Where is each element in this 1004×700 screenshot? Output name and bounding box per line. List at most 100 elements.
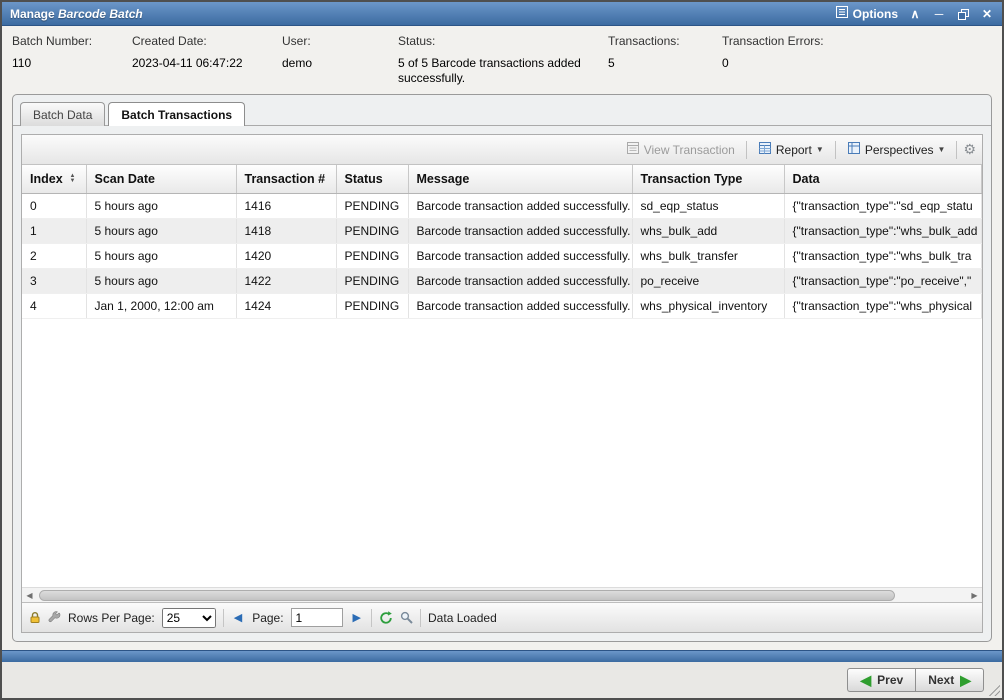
column-header-scan-date[interactable]: Scan Date xyxy=(86,165,236,194)
search-icon[interactable] xyxy=(400,611,413,624)
prev-arrow-icon: ◀ xyxy=(860,674,871,686)
perspectives-dropdown-button[interactable]: Perspectives ▼ xyxy=(842,137,951,162)
cell-transaction-type: whs_bulk_add xyxy=(632,219,784,244)
transaction-errors-value: 0 xyxy=(722,56,872,71)
pager-status-text: Data Loaded xyxy=(428,611,497,625)
view-transaction-button[interactable]: View Transaction xyxy=(621,137,740,162)
user-label: User: xyxy=(282,34,398,48)
perspectives-icon xyxy=(847,141,861,158)
refresh-icon[interactable] xyxy=(379,611,393,625)
close-window-icon[interactable]: ✕ xyxy=(980,8,994,20)
options-menu-button[interactable]: Options xyxy=(836,6,898,21)
tab-batch-data[interactable]: Batch Data xyxy=(20,102,105,126)
page-label: Page: xyxy=(252,611,283,625)
transaction-errors-field: Transaction Errors: 0 xyxy=(722,34,872,71)
lock-icon[interactable] xyxy=(29,611,41,624)
table-row[interactable]: 1 5 hours ago 1418 PENDING Barcode trans… xyxy=(22,219,982,244)
report-icon xyxy=(758,141,772,158)
column-header-transaction-number[interactable]: Transaction # xyxy=(236,165,336,194)
footer-bar: ◀ Prev Next ▶ xyxy=(2,662,1002,698)
cell-data: {"transaction_type":"sd_eqp_statu xyxy=(784,194,982,219)
scroll-right-icon[interactable]: ▶ xyxy=(967,588,982,603)
table-header-row: Index ▲▼ Scan Date Transaction # Status … xyxy=(22,165,982,194)
cell-transaction-number: 1422 xyxy=(236,269,336,294)
perspectives-caret-icon: ▼ xyxy=(938,145,946,154)
batch-number-label: Batch Number: xyxy=(12,34,132,48)
tab-batch-transactions[interactable]: Batch Transactions xyxy=(108,102,245,126)
status-label: Status: xyxy=(398,34,608,48)
toolbar-separator xyxy=(835,141,836,159)
grid-settings-gear-icon[interactable]: ⚙ xyxy=(963,141,976,158)
transaction-errors-label: Transaction Errors: xyxy=(722,34,872,48)
status-field: Status: 5 of 5 Barcode transactions adde… xyxy=(398,34,608,86)
grid-body: 0 5 hours ago 1416 PENDING Barcode trans… xyxy=(22,194,982,319)
toolbar-separator xyxy=(956,141,957,159)
column-header-message[interactable]: Message xyxy=(408,165,632,194)
created-date-field: Created Date: 2023-04-11 06:47:22 xyxy=(132,34,282,71)
next-arrow-icon: ▶ xyxy=(960,674,971,686)
cell-message: Barcode transaction added successfully. xyxy=(408,269,632,294)
cell-data: {"transaction_type":"po_receive"," xyxy=(784,269,982,294)
cell-scan-date: Jan 1, 2000, 12:00 am xyxy=(86,294,236,319)
batch-number-field: Batch Number: 110 xyxy=(12,34,132,71)
resize-grip[interactable] xyxy=(986,682,1000,696)
column-header-status[interactable]: Status xyxy=(336,165,408,194)
view-transaction-icon xyxy=(626,141,640,158)
column-header-index[interactable]: Index ▲▼ xyxy=(22,165,86,194)
batch-number-value: 110 xyxy=(12,56,132,71)
scrollbar-thumb[interactable] xyxy=(39,590,895,601)
cell-status: PENDING xyxy=(336,294,408,319)
report-dropdown-button[interactable]: Report ▼ xyxy=(753,137,829,162)
cell-index: 1 xyxy=(22,219,86,244)
created-date-value: 2023-04-11 06:47:22 xyxy=(132,56,282,71)
cell-data: {"transaction_type":"whs_physical xyxy=(784,294,982,319)
cell-transaction-type: whs_physical_inventory xyxy=(632,294,784,319)
user-value: demo xyxy=(282,56,398,71)
rows-per-page-select[interactable]: 25 xyxy=(162,608,216,628)
column-header-transaction-type[interactable]: Transaction Type xyxy=(632,165,784,194)
cell-index: 3 xyxy=(22,269,86,294)
transactions-field: Transactions: 5 xyxy=(608,34,722,71)
pager-separator xyxy=(420,609,421,627)
options-label: Options xyxy=(853,7,898,21)
batch-header-info: Batch Number: 110 Created Date: 2023-04-… xyxy=(2,26,1002,90)
prev-label: Prev xyxy=(877,673,903,687)
horizontal-scrollbar: ◀ ▶ xyxy=(22,587,982,602)
next-button[interactable]: Next ▶ xyxy=(915,668,984,692)
page-number-input[interactable] xyxy=(291,608,343,627)
wrench-icon[interactable] xyxy=(48,611,61,624)
cell-transaction-number: 1424 xyxy=(236,294,336,319)
tab-strip: Batch Data Batch Transactions xyxy=(13,95,991,126)
sort-icon[interactable]: ▲▼ xyxy=(70,174,76,184)
column-header-data[interactable]: Data xyxy=(784,165,982,194)
grid-toolbar: View Transaction Report ▼ xyxy=(22,135,982,165)
cell-scan-date: 5 hours ago xyxy=(86,219,236,244)
cell-transaction-type: sd_eqp_status xyxy=(632,194,784,219)
window-title-emphasis: Barcode Batch xyxy=(58,7,143,21)
cell-transaction-number: 1420 xyxy=(236,244,336,269)
prev-button[interactable]: ◀ Prev xyxy=(847,668,915,692)
cell-status: PENDING xyxy=(336,269,408,294)
cell-index: 4 xyxy=(22,294,86,319)
tab-container: Batch Data Batch Transactions View Trans… xyxy=(12,94,992,642)
cell-transaction-number: 1416 xyxy=(236,194,336,219)
next-page-icon[interactable]: ▶ xyxy=(350,611,364,624)
scroll-left-icon[interactable]: ◀ xyxy=(22,588,37,603)
previous-page-icon[interactable]: ◀ xyxy=(231,611,245,624)
collapse-window-icon[interactable]: ∧ xyxy=(908,8,922,20)
titlebar: Manage Barcode Batch Options ∧ ─ ✕ xyxy=(2,2,1002,26)
table-row[interactable]: 2 5 hours ago 1420 PENDING Barcode trans… xyxy=(22,244,982,269)
minimize-window-icon[interactable]: ─ xyxy=(932,8,946,20)
transactions-value: 5 xyxy=(608,56,722,71)
table-row[interactable]: 3 5 hours ago 1422 PENDING Barcode trans… xyxy=(22,269,982,294)
table-row[interactable]: 0 5 hours ago 1416 PENDING Barcode trans… xyxy=(22,194,982,219)
report-caret-icon: ▼ xyxy=(816,145,824,154)
cell-scan-date: 5 hours ago xyxy=(86,194,236,219)
scrollbar-track[interactable] xyxy=(37,589,967,602)
cell-status: PENDING xyxy=(336,219,408,244)
next-label: Next xyxy=(928,673,954,687)
restore-window-icon[interactable] xyxy=(956,7,970,19)
options-icon xyxy=(836,6,848,21)
rows-per-page-label: Rows Per Page: xyxy=(68,611,155,625)
table-row[interactable]: 4 Jan 1, 2000, 12:00 am 1424 PENDING Bar… xyxy=(22,294,982,319)
